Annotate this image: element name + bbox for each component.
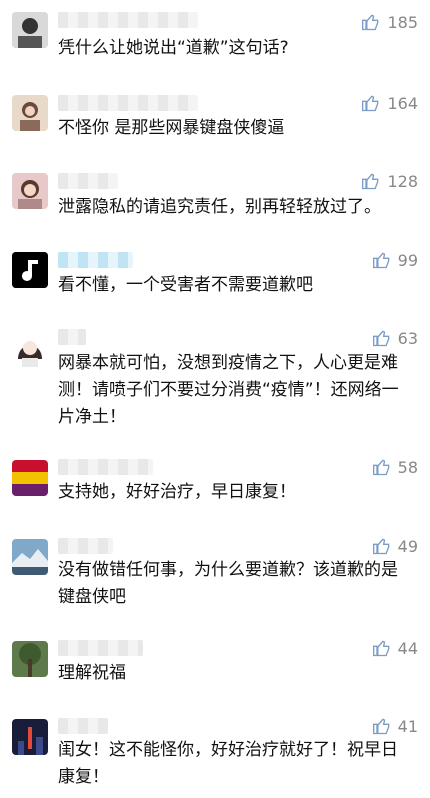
like-button[interactable]: 44 (372, 638, 418, 658)
music-app-icon (12, 252, 48, 288)
thumbs-up-icon (372, 538, 389, 555)
like-button[interactable]: 99 (372, 250, 418, 270)
flag-icon (12, 460, 48, 496)
tree-icon (12, 641, 48, 677)
username[interactable] (58, 459, 153, 475)
thumbs-up-icon (362, 14, 379, 31)
like-button[interactable]: 49 (372, 536, 418, 556)
like-button[interactable]: 164 (361, 93, 418, 113)
like-count: 164 (387, 93, 418, 113)
comment-text: 理解祝福 (58, 663, 126, 683)
comment-text: 没有做错任何事，为什么要道歉？该道歉的是键盘侠吧 (58, 560, 398, 607)
like-button[interactable]: 63 (372, 328, 418, 348)
avatar[interactable] (12, 95, 48, 131)
avatar[interactable] (12, 331, 48, 367)
comment-text: 看不懂，一个受害者不需要道歉吧 (58, 275, 313, 295)
username[interactable] (58, 252, 133, 268)
username[interactable] (58, 718, 108, 734)
comment-text: 凭什么让她说出“道歉”这句话? (58, 38, 289, 58)
avatar[interactable] (12, 641, 48, 677)
avatar[interactable] (12, 539, 48, 575)
like-button[interactable]: 41 (372, 716, 418, 736)
username[interactable] (58, 173, 118, 189)
username[interactable] (58, 640, 143, 656)
like-button[interactable]: 128 (361, 171, 418, 191)
like-count: 185 (387, 12, 418, 32)
username[interactable] (58, 12, 198, 28)
comment-text: 不怪你 是那些网暴键盘侠傻逼 (58, 118, 285, 138)
night-city-icon (12, 719, 48, 755)
avatar[interactable] (12, 460, 48, 496)
username[interactable] (58, 95, 198, 111)
thumbs-up-icon (372, 718, 389, 735)
thumbs-up-icon (362, 173, 379, 190)
avatar[interactable] (12, 173, 48, 209)
like-button[interactable]: 58 (372, 457, 418, 477)
like-count: 44 (397, 638, 418, 658)
like-count: 63 (397, 328, 418, 348)
like-count: 49 (397, 536, 418, 556)
portrait-icon (12, 12, 48, 48)
like-count: 58 (397, 457, 418, 477)
comment-list: 185 凭什么让她说出“道歉”这句话? 164 不怪你 是那些网暴键盘侠傻逼 1… (0, 0, 430, 798)
thumbs-up-icon (372, 459, 389, 476)
portrait-icon (12, 173, 48, 209)
comment-text: 支持她，好好治疗，早日康复！ (58, 482, 296, 502)
avatar[interactable] (12, 252, 48, 288)
username[interactable] (58, 538, 113, 554)
portrait-icon (12, 95, 48, 131)
thumbs-up-icon (372, 252, 389, 269)
thumbs-up-icon (362, 95, 379, 112)
username[interactable] (58, 329, 86, 345)
like-count: 41 (397, 716, 418, 736)
avatar[interactable] (12, 719, 48, 755)
like-count: 128 (387, 171, 418, 191)
avatar[interactable] (12, 12, 48, 48)
portrait-icon (12, 331, 48, 367)
thumbs-up-icon (372, 330, 389, 347)
landscape-icon (12, 539, 48, 575)
like-button[interactable]: 185 (361, 12, 418, 32)
comment-text: 泄露隐私的请追究责任，别再轻轻放过了。 (58, 197, 381, 217)
comment-text: 闺女！这不能怪你，好好治疗就好了！祝早日康复！ (58, 740, 398, 787)
comment-text: 网暴本就可怕，没想到疫情之下，人心更是难测！请喷子们不要过分消费“疫情”！还网络… (58, 353, 399, 427)
thumbs-up-icon (372, 640, 389, 657)
like-count: 99 (397, 250, 418, 270)
